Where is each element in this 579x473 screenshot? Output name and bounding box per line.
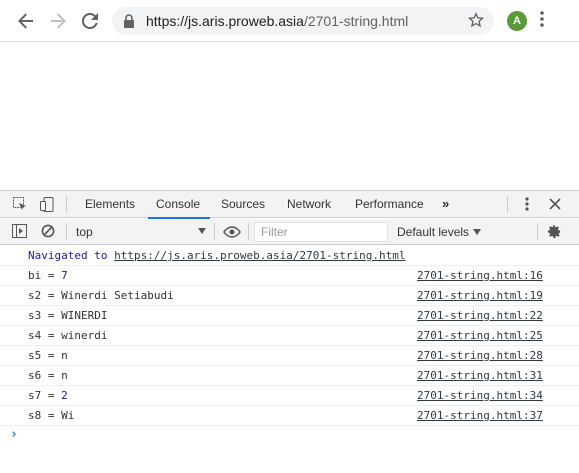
message-value: Wi xyxy=(61,409,75,422)
console-prompt[interactable]: › xyxy=(0,426,579,446)
url-path: /2701-string.html xyxy=(303,13,409,29)
tab-sources[interactable]: Sources xyxy=(221,191,265,218)
profile-avatar[interactable]: A xyxy=(507,11,527,31)
message-label: s4 = xyxy=(28,329,62,342)
message-value: n xyxy=(61,369,68,382)
message-value: 2 xyxy=(61,389,68,402)
source-link[interactable]: 2701-string.html:34 xyxy=(417,386,543,406)
filter-input[interactable] xyxy=(255,223,387,241)
url-text: https://js.aris.proweb.asia/2701-string.… xyxy=(146,13,408,29)
filter-box[interactable] xyxy=(254,222,388,242)
console-message: s8 = Wi 2701-string.html:37 xyxy=(0,406,579,426)
devtools-panel: Elements Console Sources Network Perform… xyxy=(0,190,579,473)
message-label: s2 = xyxy=(28,289,62,302)
context-value: top xyxy=(76,225,93,239)
reload-icon[interactable] xyxy=(78,9,102,33)
devtools-tabbar: Elements Console Sources Network Perform… xyxy=(0,191,579,219)
context-select[interactable]: top xyxy=(76,223,208,241)
message-label: s7 = xyxy=(28,389,62,402)
console-toolbar: top Default levels xyxy=(0,219,579,245)
page-viewport xyxy=(0,43,579,190)
close-icon[interactable] xyxy=(549,198,561,213)
back-arrow-icon[interactable] xyxy=(14,9,38,33)
forward-arrow-icon[interactable] xyxy=(46,9,70,33)
menu-dots-icon[interactable] xyxy=(540,11,544,30)
inspect-element-icon[interactable] xyxy=(13,197,27,214)
message-value: n xyxy=(61,349,68,362)
console-message: s3 = WINERDI 2701-string.html:22 xyxy=(0,306,579,326)
log-levels-label: Default levels xyxy=(397,225,470,239)
message-value: Winerdi Setiabudi xyxy=(61,289,174,302)
toolbar-divider xyxy=(214,223,215,240)
source-link[interactable]: 2701-string.html:25 xyxy=(417,326,543,346)
browser-toolbar: https://js.aris.proweb.asia/2701-string.… xyxy=(0,0,579,42)
toolbar-divider xyxy=(507,196,508,213)
source-link[interactable]: 2701-string.html:19 xyxy=(417,286,543,306)
devtools-menu-icon[interactable] xyxy=(525,197,529,214)
source-link[interactable]: 2701-string.html:16 xyxy=(417,266,543,286)
message-value: winerdi xyxy=(61,329,108,342)
navigated-prefix: Navigated to xyxy=(28,249,115,262)
star-icon[interactable] xyxy=(467,12,485,31)
sidebar-toggle-icon[interactable] xyxy=(12,224,27,241)
message-value: WINERDI xyxy=(61,309,108,322)
console-message: s2 = Winerdi Setiabudi 2701-string.html:1… xyxy=(0,286,579,306)
lock-icon[interactable] xyxy=(123,14,135,31)
prompt-chevron-icon: › xyxy=(10,427,18,442)
tab-console[interactable]: Console xyxy=(147,191,211,219)
toolbar-divider xyxy=(66,196,67,213)
toolbar-divider xyxy=(248,223,249,240)
toolbar-divider xyxy=(537,223,538,240)
message-label: s5 = xyxy=(28,349,62,362)
console-message: s5 = n 2701-string.html:28 xyxy=(0,346,579,366)
device-toolbar-icon[interactable] xyxy=(40,197,54,215)
message-label: bi = xyxy=(28,269,62,282)
clear-console-icon[interactable] xyxy=(41,224,55,241)
source-link[interactable]: 2701-string.html:37 xyxy=(417,406,543,426)
message-label: s8 = xyxy=(28,409,62,422)
console-message: s4 = winerdi 2701-string.html:25 xyxy=(0,326,579,346)
source-link[interactable]: 2701-string.html:28 xyxy=(417,346,543,366)
navigated-url-link[interactable]: https://js.aris.proweb.asia/2701-string.… xyxy=(114,249,405,262)
tab-network[interactable]: Network xyxy=(287,191,331,218)
log-levels-dropdown[interactable]: Default levels xyxy=(397,223,482,241)
navigated-message: Navigated to https://js.aris.proweb.asia… xyxy=(0,246,579,266)
console-message: s6 = n 2701-string.html:31 xyxy=(0,366,579,386)
address-bar[interactable]: https://js.aris.proweb.asia/2701-string.… xyxy=(112,7,494,35)
chevron-down-icon xyxy=(473,229,482,235)
tab-elements[interactable]: Elements xyxy=(85,191,135,218)
message-label: s3 = xyxy=(28,309,62,322)
message-label: s6 = xyxy=(28,369,62,382)
eye-icon[interactable] xyxy=(223,226,241,241)
console-output: Navigated to https://js.aris.proweb.asia… xyxy=(0,246,579,446)
console-message: bi = 7 2701-string.html:16 xyxy=(0,266,579,286)
tab-performance[interactable]: Performance xyxy=(355,191,424,218)
chevron-down-icon xyxy=(198,228,206,234)
url-host: https://js.aris.proweb.asia xyxy=(146,13,304,29)
more-tabs-button[interactable]: » xyxy=(442,196,449,211)
message-value: 7 xyxy=(61,269,68,282)
source-link[interactable]: 2701-string.html:31 xyxy=(417,366,543,386)
console-message: s7 = 2 2701-string.html:34 xyxy=(0,386,579,406)
source-link[interactable]: 2701-string.html:22 xyxy=(417,306,543,326)
toolbar-divider xyxy=(66,223,67,240)
gear-icon[interactable] xyxy=(547,224,562,242)
